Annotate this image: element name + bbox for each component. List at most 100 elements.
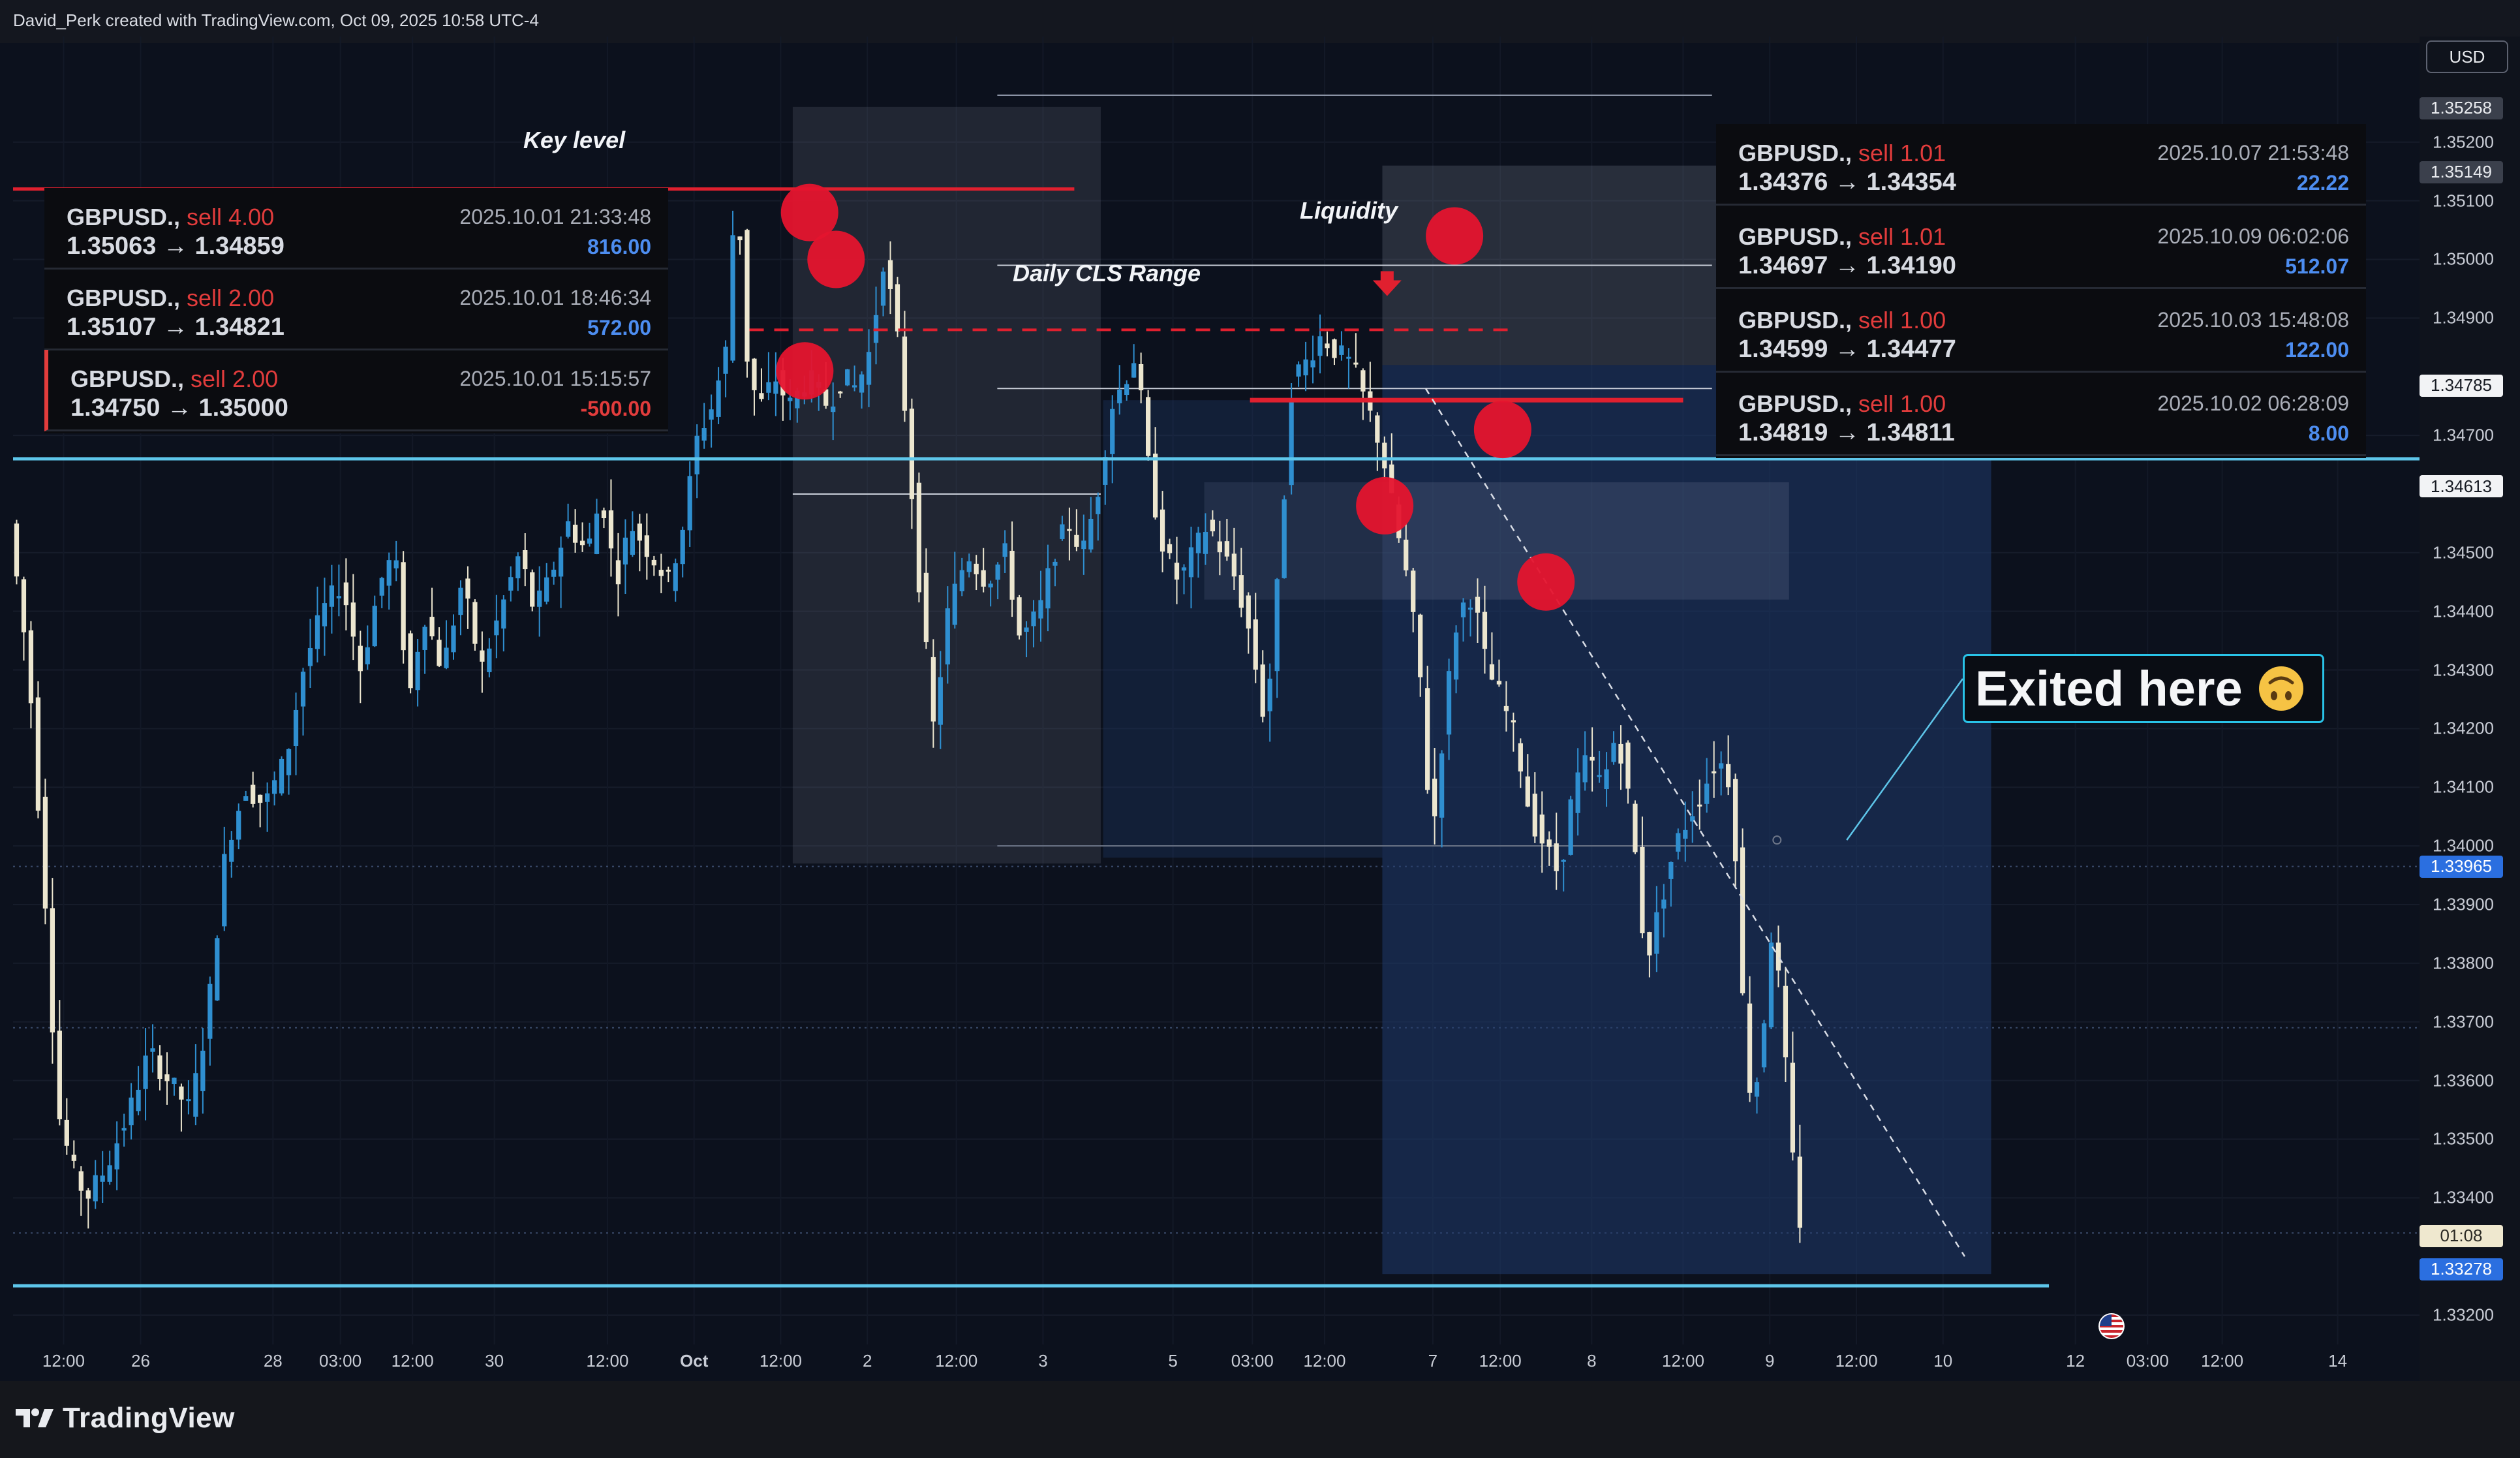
key-level-label: Key level: [523, 127, 626, 153]
candle-body: [579, 540, 585, 546]
trade-row[interactable]: GBPUSD., sell 4.00 1.35063 → 1.34859 2025.…: [44, 188, 668, 270]
candle-body: [1038, 600, 1043, 619]
candle-body: [1217, 541, 1222, 553]
price-axis-label: 1.33900: [2433, 894, 2494, 914]
candle-body: [193, 1073, 198, 1117]
candle-body: [35, 697, 41, 811]
time-axis-label: 3: [1038, 1351, 1048, 1371]
trade-row[interactable]: GBPUSD., sell 2.00 1.35107 → 1.34821 2025.…: [44, 269, 668, 350]
time-axis-label: 8: [1587, 1351, 1597, 1371]
candle-body: [974, 563, 979, 574]
candle-body: [501, 599, 506, 629]
tradingview-chart-window: David_Perk created with TradingView.com,…: [0, 0, 2520, 1458]
candle-body: [1604, 769, 1609, 790]
candle-body: [1024, 627, 1029, 632]
candle-body: [1611, 743, 1616, 762]
candle-body: [1124, 384, 1129, 396]
candle-body: [100, 1175, 105, 1182]
candle-body: [1503, 706, 1509, 711]
candle-body: [1289, 398, 1294, 486]
candle-body: [866, 352, 872, 385]
candle-body: [50, 908, 55, 1032]
candle-body: [408, 633, 413, 689]
candle-body: [258, 794, 263, 803]
candle-body: [559, 548, 564, 577]
candle-body: [1045, 568, 1051, 609]
trade-pnl: 512.07: [2285, 255, 2349, 278]
trade-prices: 1.34750 → 1.35000: [70, 394, 288, 422]
candle-body: [28, 630, 34, 704]
candle-body: [945, 608, 950, 665]
trade-row[interactable]: GBPUSD., sell 1.00 1.34819 → 1.34811 2025.…: [1716, 375, 2366, 456]
candle-body: [14, 523, 20, 577]
trade-row[interactable]: GBPUSD., sell 2.00 1.34750 → 1.35000 2025.…: [44, 350, 668, 431]
candle-body: [1740, 847, 1745, 993]
candle-body: [880, 271, 886, 306]
candle-body: [1719, 763, 1724, 769]
us-flag-icon[interactable]: [2097, 1312, 2126, 1341]
candle-body: [386, 560, 392, 586]
trade-row[interactable]: GBPUSD., sell 1.01 1.34697 → 1.34190 2025.…: [1716, 208, 2366, 289]
tradingview-brand[interactable]: TradingView: [14, 1402, 235, 1435]
candle-body: [1139, 364, 1144, 391]
trade-entry-marker: [1356, 476, 1414, 535]
candle-body: [1009, 550, 1015, 600]
candle-body: [121, 1128, 127, 1131]
time-axis-label: 12: [2066, 1351, 2085, 1371]
candle-body: [1590, 756, 1595, 761]
candle-body: [544, 577, 549, 602]
price-tag: 1.34785: [2420, 374, 2503, 397]
candle-body: [1375, 415, 1380, 443]
time-axis-label: 12:00: [935, 1351, 978, 1371]
candle-body: [401, 562, 406, 651]
candle-body: [687, 476, 692, 531]
candle-body: [451, 625, 456, 653]
candle-body: [831, 406, 836, 412]
candle-body: [981, 570, 986, 587]
candle-body: [1518, 743, 1523, 772]
candle-body: [329, 585, 335, 607]
candle-body: [658, 570, 664, 576]
exited-here-text: Exited here: [1975, 660, 2243, 717]
trade-time: 2025.10.01 21:33:48: [459, 205, 651, 228]
candle-body: [1203, 532, 1208, 554]
candle-body: [988, 583, 993, 588]
candle-body: [788, 397, 793, 401]
trade-pnl: 22.22: [2296, 171, 2349, 194]
candle-body: [1625, 742, 1631, 789]
candle-body: [1683, 830, 1688, 839]
time-axis-label: 12:00: [42, 1351, 85, 1371]
price-axis[interactable]: [2420, 37, 2520, 1381]
candle-body: [723, 347, 728, 374]
candle-body: [365, 647, 370, 664]
candle-body: [1317, 336, 1323, 356]
candle-body: [322, 603, 328, 627]
currency-button[interactable]: USD: [2426, 40, 2508, 73]
candle-body: [1181, 567, 1187, 571]
candle-body: [601, 510, 607, 518]
price-axis-label: 1.34300: [2433, 660, 2494, 680]
candle-body: [286, 749, 292, 775]
candle-body: [673, 563, 678, 591]
candle-body: [959, 570, 964, 591]
candle-body: [637, 523, 642, 541]
candle-body: [494, 620, 499, 636]
candle-body: [1031, 611, 1036, 627]
candle-body: [1131, 363, 1137, 378]
candle-body: [1439, 753, 1445, 818]
candle-body: [1060, 524, 1065, 539]
candle-body: [1425, 688, 1430, 790]
trade-prices: 1.34697 → 1.34190: [1738, 252, 1956, 279]
trade-row[interactable]: GBPUSD., sell 1.00 1.34599 → 1.34477 2025.…: [1716, 291, 2366, 373]
candle-body: [909, 409, 915, 499]
candle-body: [465, 578, 470, 599]
trade-row[interactable]: GBPUSD., sell 1.01 1.34376 → 1.34354 2025.…: [1716, 124, 2366, 206]
candle-body: [129, 1097, 134, 1126]
candle-body: [895, 284, 900, 332]
time-axis-label: 12:00: [1479, 1351, 1522, 1371]
candle-body: [887, 260, 893, 289]
candle-body: [1231, 553, 1237, 577]
candle-body: [938, 677, 943, 725]
candle-body: [752, 358, 757, 390]
candle-body: [1404, 539, 1409, 570]
